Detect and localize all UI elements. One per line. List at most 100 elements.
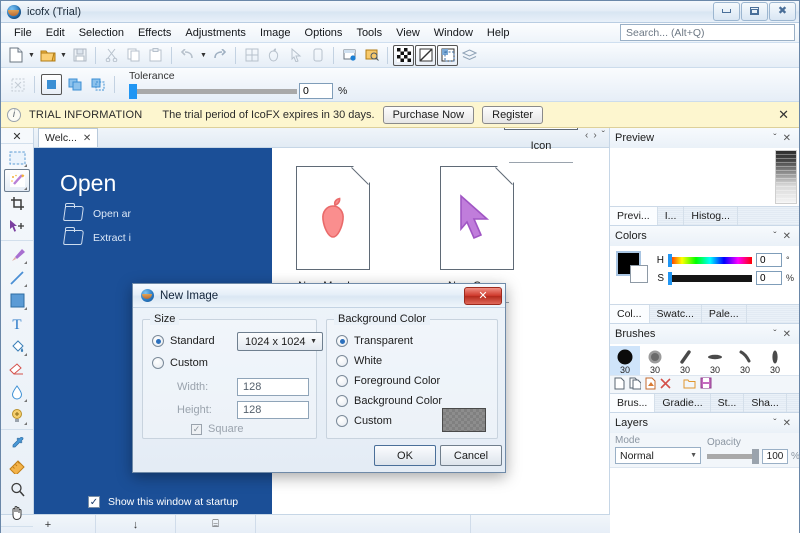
tool-expand-corner-icon[interactable] [24, 187, 27, 190]
brush-item[interactable]: 30 [610, 346, 640, 375]
standard-radio-row[interactable]: Standard [152, 335, 215, 347]
menu-adjustments[interactable]: Adjustments [178, 25, 253, 41]
brushes-tab-brushes[interactable]: Brus... [610, 394, 656, 412]
open-brush-set-icon[interactable] [683, 378, 696, 392]
bg-foreground-radio[interactable] [336, 375, 348, 387]
eraser-tool[interactable] [4, 358, 30, 381]
open-folder-icon[interactable] [37, 45, 58, 66]
bg-background-radio[interactable] [336, 395, 348, 407]
crop-tool[interactable] [4, 192, 30, 215]
minimize-button[interactable] [713, 1, 740, 21]
checkerboard-toggle-icon[interactable] [393, 44, 414, 66]
hue-slider-thumb[interactable] [668, 253, 672, 267]
layers-close-icon[interactable]: ✕ [780, 418, 794, 429]
close-button[interactable]: ✖ [769, 1, 796, 21]
copy-icon[interactable] [123, 45, 144, 66]
colors-collapse-icon[interactable]: ˇ [770, 231, 779, 242]
pan-hand-tool[interactable] [4, 501, 30, 524]
tools-panel-close-icon[interactable]: ✕ [12, 130, 21, 143]
move-selection-tool[interactable] [4, 215, 30, 238]
tolerance-slider[interactable] [129, 83, 297, 99]
square-checkbox-row[interactable]: ✓ Square [191, 423, 243, 435]
standard-radio[interactable] [152, 335, 164, 347]
menu-help[interactable]: Help [480, 25, 517, 41]
save-icon[interactable] [69, 45, 90, 66]
document-tab-welcome[interactable]: Welc... ✕ [38, 128, 99, 147]
delete-brush-icon[interactable] [660, 377, 671, 392]
tool-expand-corner-icon[interactable] [24, 261, 27, 264]
maximize-button[interactable] [741, 1, 768, 21]
duplicate-brush-icon[interactable] [629, 377, 642, 393]
menu-edit[interactable]: Edit [39, 25, 72, 41]
new-document-icon[interactable] [5, 45, 26, 66]
preview-tab-preview[interactable]: Previ... [610, 207, 658, 225]
brush-item[interactable]: 30 [640, 346, 670, 375]
menu-file[interactable]: File [7, 25, 39, 41]
save-brush-set-icon[interactable] [700, 377, 712, 392]
mac-apple-icon[interactable] [263, 45, 284, 66]
preview-collapse-icon[interactable]: ˇ [770, 133, 779, 144]
tool-expand-corner-icon[interactable] [24, 284, 27, 287]
welcome-extract-link[interactable]: Extract i [34, 221, 272, 245]
tool-expand-corner-icon[interactable] [24, 307, 27, 310]
tool-expand-corner-icon[interactable] [24, 399, 27, 402]
mobile-icon[interactable] [307, 45, 328, 66]
colors-close-icon[interactable]: ✕ [780, 231, 794, 242]
undo-icon[interactable] [177, 45, 198, 66]
undo-dropdown-icon[interactable]: ▼ [199, 45, 208, 66]
custom-radio-row[interactable]: Custom [152, 357, 208, 369]
status-cell-selection[interactable]: ⌸ [176, 514, 256, 533]
layer-opacity-thumb[interactable] [752, 449, 759, 464]
bg-transparent-radio[interactable] [336, 335, 348, 347]
open-folder-dropdown-icon[interactable]: ▼ [59, 45, 68, 66]
trial-close-icon[interactable]: ✕ [778, 107, 793, 123]
show-at-startup-row[interactable]: ✓ Show this window at startup [34, 490, 272, 514]
square-checkbox[interactable]: ✓ [191, 423, 202, 435]
layers-stack-icon[interactable] [459, 45, 480, 66]
welcome-open-link[interactable]: Open ar [34, 197, 272, 221]
selection-add-icon[interactable] [64, 74, 85, 95]
magic-wand-tool[interactable] [4, 169, 30, 192]
background-color-swatch[interactable] [630, 265, 648, 283]
bg-custom-radio[interactable] [336, 415, 348, 427]
saturation-slider[interactable] [668, 271, 752, 285]
rectangular-select-tool[interactable] [4, 146, 30, 169]
menu-selection[interactable]: Selection [72, 25, 131, 41]
no-transparency-toggle-icon[interactable] [415, 44, 436, 66]
paint-bucket-tool[interactable] [4, 335, 30, 358]
layers-list[interactable] [610, 467, 799, 533]
tool-expand-corner-icon[interactable] [24, 164, 27, 167]
brush-item[interactable]: 30 [730, 346, 760, 375]
width-input[interactable]: 128 [237, 378, 309, 396]
tool-expand-corner-icon[interactable] [24, 353, 27, 356]
hue-value-input[interactable]: 0 [756, 253, 782, 267]
preview-tab-histogram[interactable]: Histog... [684, 207, 738, 225]
image-export-icon[interactable] [339, 45, 360, 66]
search-input[interactable]: Search... (Alt+Q) [620, 24, 795, 41]
brushes-collapse-icon[interactable]: ˇ [770, 329, 779, 340]
tab-prev-icon[interactable]: ‹ [585, 130, 588, 141]
menu-image[interactable]: Image [253, 25, 298, 41]
bg-option-transparent[interactable]: Transparent [336, 335, 413, 347]
tab-next-icon[interactable]: › [593, 130, 596, 141]
new-item-windows-icon[interactable]: Icon [498, 128, 584, 163]
status-cell-anchor[interactable]: ↓ [96, 514, 176, 533]
measure-tool[interactable] [4, 455, 30, 478]
windows-icon[interactable] [241, 45, 262, 66]
bg-option-white[interactable]: White [336, 355, 382, 367]
zoom-tool[interactable] [4, 478, 30, 501]
colors-tab-swatches[interactable]: Swatc... [650, 305, 702, 323]
image-import-icon[interactable] [361, 45, 382, 66]
cancel-button[interactable]: Cancel [440, 445, 502, 466]
brushes-close-icon[interactable]: ✕ [780, 329, 794, 340]
new-image-dialog-close-button[interactable]: ✕ [464, 286, 502, 305]
text-tool[interactable]: T [4, 312, 30, 335]
swap-colors-tool[interactable] [4, 529, 30, 533]
paste-icon[interactable] [145, 45, 166, 66]
bg-option-background[interactable]: Background Color [336, 395, 442, 407]
layer-mode-select[interactable]: Normal ▼ [615, 447, 701, 464]
eyedropper-tool[interactable] [4, 432, 30, 455]
bg-option-foreground[interactable]: Foreground Color [336, 375, 440, 387]
ok-button[interactable]: OK [374, 445, 436, 466]
new-brush-icon[interactable] [614, 377, 625, 393]
